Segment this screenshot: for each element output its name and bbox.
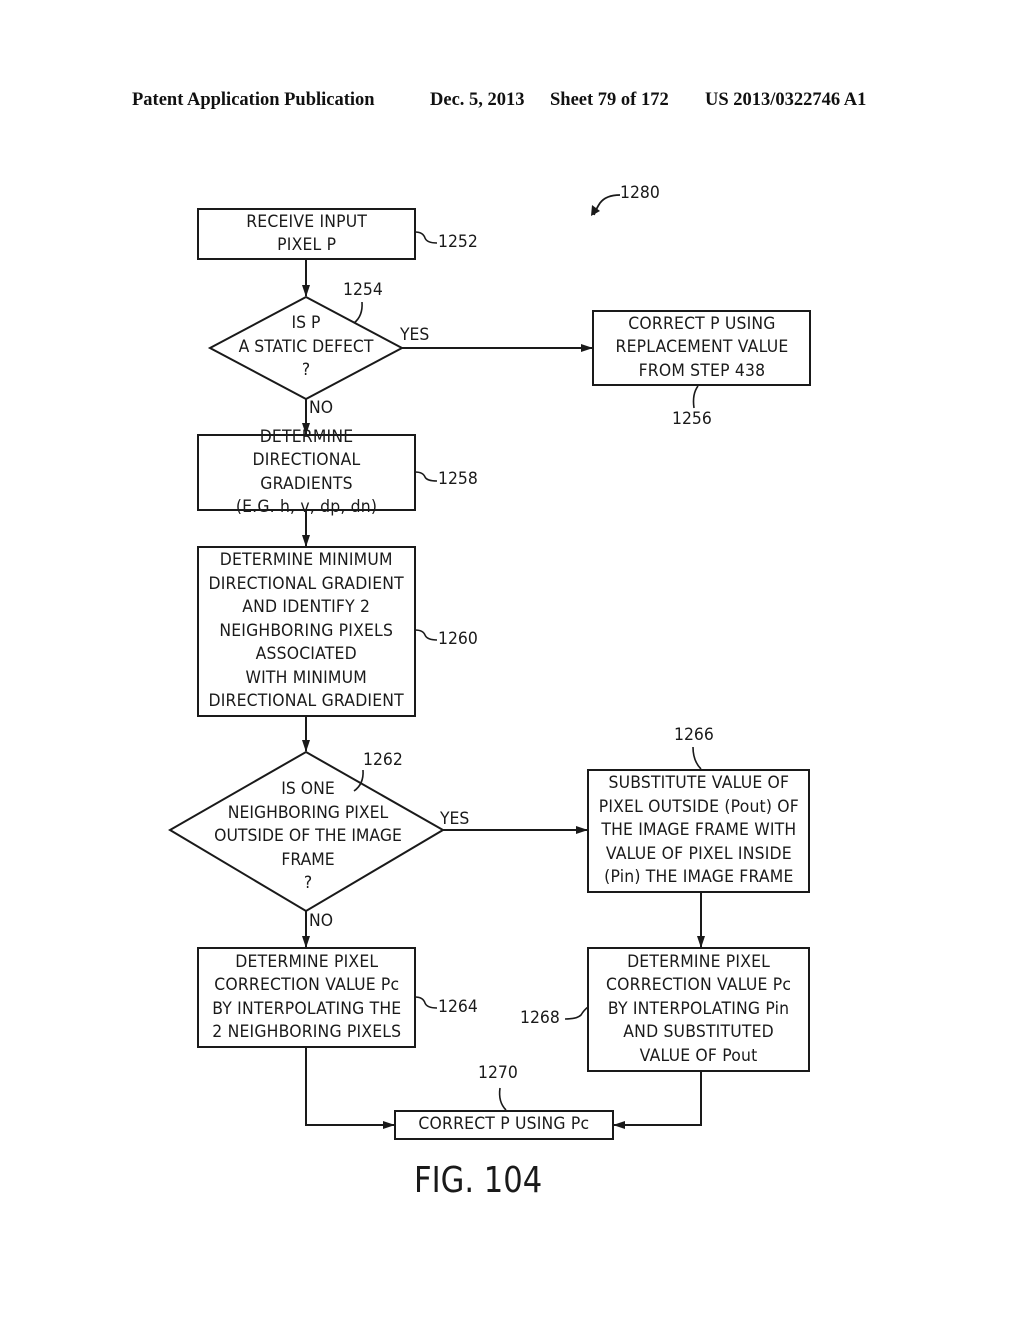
node-1264-text: DETERMINE PIXEL CORRECTION VALUE Pc BY I… [211,951,402,1043]
edge-1268-1270 [613,1072,702,1129]
ref-1252: 1252 [438,232,478,252]
node-1252-text: RECEIVE INPUT PIXEL P [246,211,367,256]
edge-label-no-1254: NO [309,398,334,418]
node-1266-text: SUBSTITUTE VALUE OF PIXEL OUTSIDE (Pout)… [598,773,799,888]
leader-1258 [414,471,438,482]
leader-1252 [414,231,438,244]
ref-1268: 1268 [520,1008,560,1028]
node-1270-text: CORRECT P USING Pc [418,1114,590,1135]
ref-1262: 1262 [363,750,403,770]
node-1258-directional-gradients: DETERMINE DIRECTIONAL GRADIENTS (E.G. h,… [197,427,416,517]
node-1260-min-gradient: DETERMINE MINIMUM DIRECTIONAL GRADIENT A… [197,546,416,717]
leader-1260 [414,629,438,641]
node-1268-text: DETERMINE PIXEL CORRECTION VALUE Pc BY I… [605,951,792,1066]
ref-1270: 1270 [478,1063,518,1083]
edge-1264-1270 [305,1048,395,1129]
ref-1266: 1266 [674,725,714,745]
leader-1266 [692,746,702,770]
node-1268-interpolate-pin-pout: DETERMINE PIXEL CORRECTION VALUE Pc BY I… [587,947,810,1072]
leader-1268 [564,1006,589,1020]
node-1260-text: DETERMINE MINIMUM DIRECTIONAL GRADIENT A… [208,550,405,712]
ref-1256: 1256 [672,409,712,429]
ref-1258: 1258 [438,469,478,489]
leader-1264 [414,996,438,1009]
leader-1256 [692,385,699,409]
node-1270-correct-pc: CORRECT P USING Pc [394,1110,614,1140]
node-1264-interpolate-neighbors: DETERMINE PIXEL CORRECTION VALUE Pc BY I… [197,947,416,1048]
leader-1270 [498,1087,507,1111]
edge-label-yes-1262: YES [440,809,470,829]
edge-label-no-1262: NO [309,911,334,931]
edge-label-yes-1254: YES [400,325,430,345]
ref-1260: 1260 [438,629,478,649]
node-1266-substitute-value: SUBSTITUTE VALUE OF PIXEL OUTSIDE (Pout)… [587,769,810,893]
node-1262-text: IS ONE NEIGHBORING PIXEL OUTSIDE OF THE … [214,779,402,893]
node-1256-text: CORRECT P USING REPLACEMENT VALUE FROM S… [615,313,788,381]
node-1258-text: DETERMINE DIRECTIONAL GRADIENTS (E.G. h,… [235,426,378,518]
figure-caption: FIG. 104 [414,1160,543,1201]
ref-1264: 1264 [438,997,478,1017]
node-1256-correct-replacement: CORRECT P USING REPLACEMENT VALUE FROM S… [592,310,811,386]
node-1252-receive-input: RECEIVE INPUT PIXEL P [197,208,416,260]
node-1254-text: IS P A STATIC DEFECT ? [238,313,374,380]
ref-1280: 1280 [620,183,660,203]
ref-1254: 1254 [343,280,383,300]
